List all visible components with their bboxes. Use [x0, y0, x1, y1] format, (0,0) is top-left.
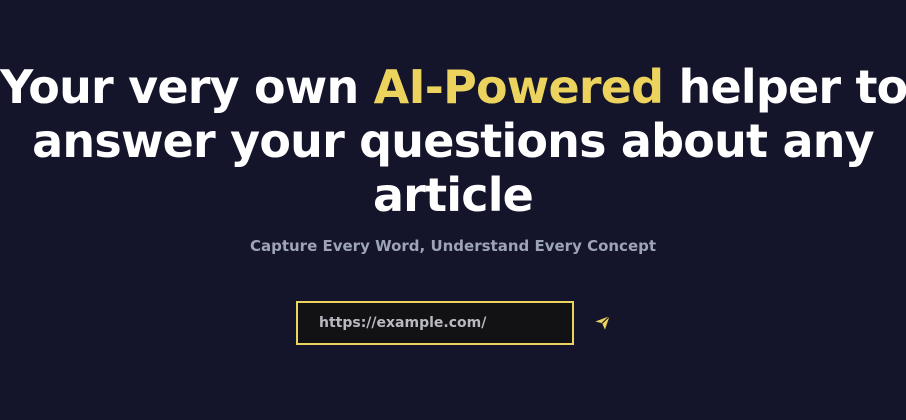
article-url-form — [296, 301, 614, 345]
hero-section: Your very own AI-Powered helper to answe… — [0, 0, 906, 420]
send-button[interactable] — [590, 310, 614, 334]
headline-line-1-start: Your very own — [0, 60, 374, 114]
headline-line-1-end: helper to — [663, 60, 906, 114]
hero-headline: Your very own AI-Powered helper to answe… — [0, 60, 906, 222]
headline-accent-text: AI-Powered — [373, 60, 664, 114]
headline-line-1: Your very own AI-Powered helper to — [0, 60, 906, 114]
hero-subtitle: Capture Every Word, Understand Every Con… — [249, 237, 657, 255]
headline-line-3: article — [372, 168, 534, 222]
article-url-input[interactable] — [296, 301, 574, 345]
paper-plane-icon — [594, 314, 611, 331]
headline-line-2: answer your questions about any — [32, 114, 874, 168]
